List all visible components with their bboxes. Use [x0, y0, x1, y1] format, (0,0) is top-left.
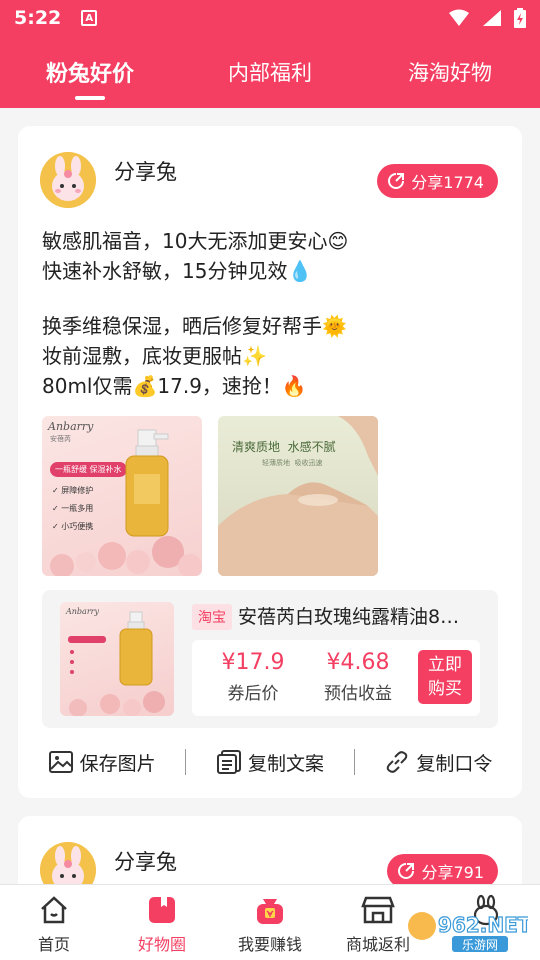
nav-goods-circle[interactable]: 好物圈: [108, 885, 216, 960]
rabbit-avatar-icon: [40, 152, 96, 208]
image-icon: [48, 751, 73, 773]
share-count: 分享1774: [411, 173, 484, 192]
share-icon: [398, 863, 415, 879]
post-line: 换季维稳保湿，晒后修复好帮手🌞: [42, 314, 347, 338]
copy-doc-icon: [216, 750, 241, 774]
signal-icon: [483, 10, 501, 26]
bottle-illustration: [50, 429, 202, 576]
share-count: 分享791: [421, 863, 484, 882]
author-name: 分享兔: [114, 850, 177, 874]
share-icon: [388, 173, 405, 189]
product-title[interactable]: 安蓓芮白玫瑰纯露精油8…: [238, 602, 488, 629]
author-name: 分享兔: [114, 160, 177, 184]
save-image-button[interactable]: 保存图片: [18, 749, 185, 776]
post-line: 妆前湿敷，底妆更服帖✨: [42, 344, 267, 368]
wifi-icon: [449, 9, 469, 26]
post-card: 分享兔 分享1774 敏感肌福音，10大无添加更安心😊 快速补水舒敏，15分钟见…: [18, 126, 522, 798]
post-line: 80ml仅需💰17.9，速抢！🔥: [42, 374, 307, 398]
nav-label: 首页: [37, 935, 70, 954]
money-bag-icon: [253, 893, 287, 927]
tab-label: 海淘好物: [408, 61, 492, 85]
product-link-card[interactable]: Anbarry 淘宝 安蓓芮白玫瑰纯露精油8… ¥17.9 券后价 ¥4.68 …: [42, 590, 498, 728]
status-bar: 5:22 A: [0, 0, 540, 36]
post-actions: 保存图片 复制文案 复制口令: [18, 742, 522, 782]
bottle-thumbnail-illustration: Anbarry: [65, 607, 165, 716]
top-tabs: 粉兔好价 内部福利 海淘好物: [0, 36, 540, 108]
avatar[interactable]: [40, 152, 96, 208]
svg-text:Anbarry: Anbarry: [65, 607, 99, 616]
copy-text-button[interactable]: 复制文案: [186, 749, 353, 776]
watermark-logo: 962.NET 乐游网: [408, 912, 532, 952]
link-icon: [387, 751, 408, 773]
tab-label: 内部福利: [228, 61, 312, 85]
post-line: 快速补水舒敏，15分钟见效💧: [42, 259, 313, 283]
copy-text-label: 复制文案: [247, 752, 324, 775]
site-watermark: 962.NET 乐游网: [404, 908, 532, 954]
nav-earn-money[interactable]: 我要赚钱: [216, 885, 324, 960]
copy-code-button[interactable]: 复制口令: [355, 749, 522, 776]
tab-overseas-goods[interactable]: 海淘好物: [360, 36, 540, 108]
post-line: 敏感肌福音，10大无添加更安心😊: [42, 229, 349, 253]
product-image-texture[interactable]: 清爽质地 水感不腻 轻薄质地 吸收迅速: [218, 416, 378, 576]
home-icon: [37, 893, 71, 927]
app-notification-icon: A: [81, 10, 98, 26]
tab-label: 粉兔好价: [45, 62, 134, 87]
shop-icon: [361, 893, 395, 927]
post-text: 敏感肌福音，10大无添加更安心😊 快速补水舒敏，15分钟见效💧 换季维稳保湿，晒…: [42, 226, 502, 401]
copy-code-label: 复制口令: [416, 752, 493, 775]
tab-active-indicator: [75, 96, 105, 100]
buy-now-button[interactable]: 立即 购买: [418, 650, 472, 704]
battery-icon: [514, 8, 526, 28]
nav-label: 商城返利: [345, 935, 410, 954]
earnings-label: 预估收益: [324, 684, 392, 704]
coupon-price: ¥17.9 券后价: [214, 650, 292, 704]
coupon-price-label: 券后价: [227, 684, 279, 704]
share-button[interactable]: 分享1774: [377, 164, 498, 198]
status-time: 5:22: [14, 7, 62, 29]
bookmark-icon: [145, 893, 179, 927]
product-thumbnail: Anbarry: [60, 602, 174, 716]
nav-label: 好物圈: [137, 935, 186, 954]
nav-label: 我要赚钱: [237, 935, 302, 954]
taobao-tag: 淘宝: [192, 604, 232, 630]
svg-text:962.NET: 962.NET: [438, 913, 528, 937]
nav-home[interactable]: 首页: [0, 885, 108, 960]
hand-illustration: [218, 416, 378, 576]
status-icons: [448, 8, 526, 28]
save-image-label: 保存图片: [79, 752, 156, 775]
tab-internal-benefits[interactable]: 内部福利: [180, 36, 360, 108]
product-image-bottle[interactable]: Anbarry 安蓓芮 一瓶舒缓 保湿补水 ✓ 屏障修护 ✓ 一瓶多用 ✓ 小巧…: [42, 416, 202, 576]
estimated-earnings: ¥4.68 预估收益: [310, 650, 406, 704]
coupon-price-value: ¥17.9: [221, 650, 285, 675]
earnings-value: ¥4.68: [326, 650, 390, 675]
svg-text:乐游网: 乐游网: [462, 938, 498, 952]
tab-fentu-deals[interactable]: 粉兔好价: [0, 36, 180, 108]
share-button[interactable]: 分享791: [387, 854, 498, 888]
price-panel: ¥17.9 券后价 ¥4.68 预估收益 立即 购买: [192, 640, 480, 716]
